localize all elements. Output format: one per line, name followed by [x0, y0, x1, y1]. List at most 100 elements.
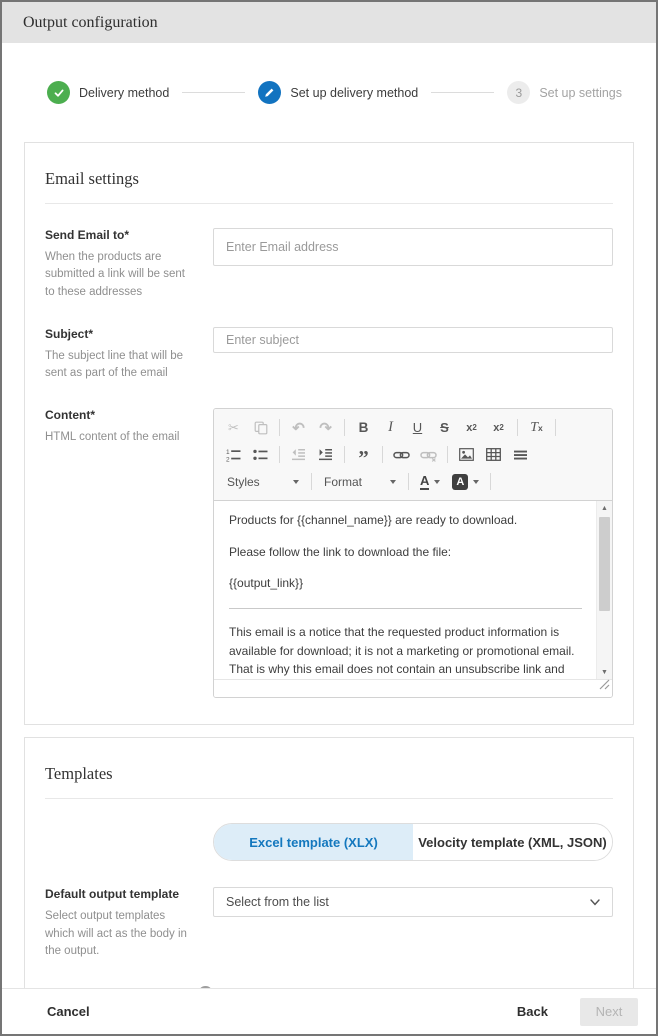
section-divider	[45, 203, 613, 204]
back-button[interactable]: Back	[517, 1004, 548, 1019]
editor-paragraph: Products for {{channel_name}} are ready …	[229, 511, 582, 530]
svg-text:2: 2	[226, 456, 230, 462]
toolbar-separator	[279, 446, 280, 463]
remove-format-icon[interactable]: Tx	[523, 416, 550, 439]
caret-down-icon	[473, 480, 479, 484]
background-color-button[interactable]: A	[446, 470, 485, 493]
template-type-row: Excel template (XLX) Velocity template (…	[45, 823, 613, 861]
copy-icon	[247, 416, 274, 439]
dialog-title: Output configuration	[23, 14, 158, 32]
step-label: Set up delivery method	[290, 86, 418, 100]
toolbar-separator	[382, 446, 383, 463]
toolbar-row-1: ✂ ↶↷ BIUSx2x2 Tx	[220, 414, 606, 441]
styles-dropdown[interactable]: Styles	[220, 470, 306, 493]
pencil-icon	[258, 81, 281, 104]
toolbar-row-3: Styles Format A	[220, 468, 606, 495]
subject-label: Subject*	[45, 327, 195, 341]
dialog-footer: Cancel Back Next	[2, 988, 656, 1034]
numbered-list-icon[interactable]: 12	[220, 443, 247, 466]
bold-icon[interactable]: B	[350, 416, 377, 439]
decrease-indent-icon	[285, 443, 312, 466]
resize-grip-icon[interactable]	[599, 677, 610, 695]
increase-indent-icon[interactable]	[312, 443, 339, 466]
toolbar-separator	[311, 473, 312, 490]
content-help: HTML content of the email	[45, 429, 195, 446]
toolbar-separator	[408, 473, 409, 490]
underline-icon[interactable]: U	[404, 416, 431, 439]
cut-icon: ✂	[220, 416, 247, 439]
default-output-template-label: Default output template	[45, 887, 195, 901]
send-email-to-label-col: Send Email to* When the products are sub…	[45, 228, 213, 301]
content-label-col: Content* HTML content of the email	[45, 408, 213, 698]
link-icon[interactable]	[388, 443, 415, 466]
subscript-icon[interactable]: x2	[458, 416, 485, 439]
superscript-icon[interactable]: x2	[485, 416, 512, 439]
bulleted-list-icon[interactable]	[247, 443, 274, 466]
editor-toolbar: ✂ ↶↷ BIUSx2x2 Tx 12 ” Styles Format	[214, 409, 612, 501]
dialog-titlebar: Output configuration	[2, 2, 656, 43]
caret-down-icon	[390, 480, 396, 484]
strikethrough-icon[interactable]: S	[431, 416, 458, 439]
rich-text-editor: ✂ ↶↷ BIUSx2x2 Tx 12 ” Styles Format	[213, 408, 613, 698]
stepper-connector	[431, 92, 494, 93]
default-output-template-row: Default output template Select output te…	[45, 887, 613, 960]
styles-dropdown-label: Styles	[227, 475, 283, 489]
format-dropdown[interactable]: Format	[317, 470, 403, 493]
output-configuration-dialog: Output configuration Delivery method Set…	[0, 0, 658, 1036]
step-label: Set up settings	[539, 86, 622, 100]
toolbar-separator	[447, 446, 448, 463]
email-address-input[interactable]	[213, 228, 613, 266]
editor-scrollbar[interactable]: ▲ ▼	[596, 501, 612, 679]
next-button[interactable]: Next	[580, 998, 638, 1026]
toolbar-separator	[279, 419, 280, 436]
italic-icon[interactable]: I	[377, 416, 404, 439]
editor-paragraph: This email is a notice that the requeste…	[229, 623, 582, 679]
chevron-down-icon	[590, 899, 600, 906]
tab-velocity-template[interactable]: Velocity template (XML, JSON)	[413, 824, 612, 860]
horizontal-rule-icon[interactable]	[507, 443, 534, 466]
svg-text:1: 1	[226, 449, 230, 456]
editor-paragraph: Please follow the link to download the f…	[229, 543, 582, 562]
step-number-badge: 3	[507, 81, 530, 104]
toolbar-separator	[517, 419, 518, 436]
subject-label-col: Subject* The subject line that will be s…	[45, 327, 213, 383]
select-value: Select from the list	[226, 895, 329, 909]
default-output-template-help: Select output templates which will act a…	[45, 908, 195, 960]
blockquote-icon[interactable]: ”	[350, 443, 377, 466]
image-icon[interactable]	[453, 443, 480, 466]
step-setup-delivery-method[interactable]: Set up delivery method	[258, 81, 418, 104]
toolbar-separator	[344, 419, 345, 436]
default-output-template-select[interactable]: Select from the list	[213, 887, 613, 917]
tab-excel-template[interactable]: Excel template (XLX)	[214, 824, 413, 860]
subject-help: The subject line that will be sent as pa…	[45, 348, 195, 383]
scroll-up-icon[interactable]: ▲	[597, 501, 612, 515]
toolbar-row-2: 12 ”	[220, 441, 606, 468]
content-label: Content*	[45, 408, 195, 422]
cancel-button[interactable]: Cancel	[47, 1004, 90, 1019]
content-horizontal-rule	[229, 608, 582, 609]
caret-down-icon	[434, 480, 440, 484]
send-email-to-help: When the products are submitted a link w…	[45, 249, 195, 301]
send-email-to-label: Send Email to*	[45, 228, 195, 242]
scrollbar-thumb[interactable]	[599, 517, 610, 611]
step-delivery-method[interactable]: Delivery method	[47, 81, 169, 104]
step-setup-settings[interactable]: 3 Set up settings	[507, 81, 622, 104]
text-color-icon: A	[420, 474, 429, 490]
background-color-icon: A	[452, 474, 468, 490]
templates-heading: Templates	[45, 764, 613, 784]
step-label: Delivery method	[79, 86, 169, 100]
content-row: Content* HTML content of the email ✂ ↶↷ BI…	[45, 408, 613, 698]
editor-body: Products for {{channel_name}} are ready …	[214, 501, 612, 679]
table-icon[interactable]	[480, 443, 507, 466]
email-settings-card: Email settings Send Email to* When the p…	[24, 142, 634, 725]
subject-input[interactable]	[213, 327, 613, 353]
redo-icon: ↷	[312, 416, 339, 439]
undo-icon: ↶	[285, 416, 312, 439]
text-color-button[interactable]: A	[414, 470, 446, 493]
editor-paragraph: {{output_link}}	[229, 574, 582, 593]
template-type-tabs: Excel template (XLX) Velocity template (…	[213, 823, 613, 861]
format-dropdown-label: Format	[324, 475, 380, 489]
stepper: Delivery method Set up delivery method 3…	[47, 81, 622, 104]
toolbar-separator	[490, 473, 491, 490]
editor-content[interactable]: Products for {{channel_name}} are ready …	[214, 501, 612, 679]
